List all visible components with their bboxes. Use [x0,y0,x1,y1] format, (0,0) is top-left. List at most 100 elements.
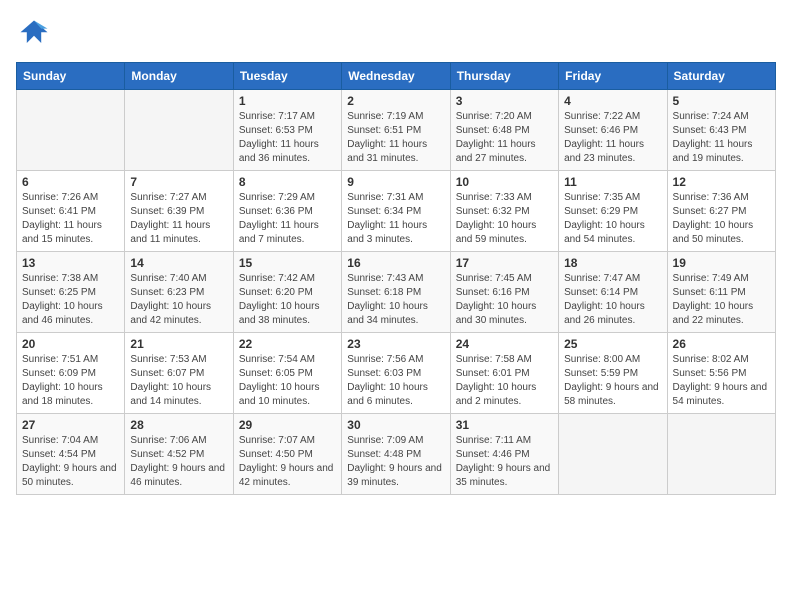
calendar-week-3: 13 Sunrise: 7:38 AM Sunset: 6:25 PM Dayli… [17,252,776,333]
header-saturday: Saturday [667,63,775,90]
calendar-week-2: 6 Sunrise: 7:26 AM Sunset: 6:41 PM Daylig… [17,171,776,252]
day-info: Sunrise: 7:07 AM Sunset: 4:50 PM Dayligh… [239,434,336,490]
day-info: Sunrise: 7:19 AM Sunset: 6:51 PM Dayligh… [347,110,444,166]
day-number: 9 [347,175,444,189]
day-info: Sunrise: 8:00 AM Sunset: 5:59 PM Dayligh… [564,353,661,409]
day-number: 23 [347,337,444,351]
day-number: 25 [564,337,661,351]
day-number: 26 [673,337,770,351]
day-info: Sunrise: 7:09 AM Sunset: 4:48 PM Dayligh… [347,434,444,490]
header-monday: Monday [125,63,233,90]
day-info: Sunrise: 7:20 AM Sunset: 6:48 PM Dayligh… [456,110,553,166]
calendar-week-4: 20 Sunrise: 7:51 AM Sunset: 6:09 PM Dayli… [17,333,776,414]
day-number: 22 [239,337,336,351]
day-info: Sunrise: 7:26 AM Sunset: 6:41 PM Dayligh… [22,191,119,247]
day-info: Sunrise: 8:02 AM Sunset: 5:56 PM Dayligh… [673,353,770,409]
day-info: Sunrise: 7:36 AM Sunset: 6:27 PM Dayligh… [673,191,770,247]
day-info: Sunrise: 7:04 AM Sunset: 4:54 PM Dayligh… [22,434,119,490]
day-number: 18 [564,256,661,270]
calendar-cell: 8 Sunrise: 7:29 AM Sunset: 6:36 PM Daylig… [233,171,341,252]
calendar-week-5: 27 Sunrise: 7:04 AM Sunset: 4:54 PM Dayli… [17,414,776,495]
calendar-cell: 28 Sunrise: 7:06 AM Sunset: 4:52 PM Dayli… [125,414,233,495]
calendar-cell: 22Sunrise: 7:54 AM Sunset: 6:05 PM Dayli… [233,333,341,414]
day-number: 10 [456,175,553,189]
calendar-header-row: Sunday Monday Tuesday Wednesday Thursday… [17,63,776,90]
calendar-cell: 15 Sunrise: 7:42 AM Sunset: 6:20 PM Dayli… [233,252,341,333]
header-thursday: Thursday [450,63,558,90]
day-info: Sunrise: 7:47 AM Sunset: 6:14 PM Dayligh… [564,272,661,328]
calendar-cell [667,414,775,495]
calendar-cell [125,90,233,171]
calendar-cell: 3 Sunrise: 7:20 AM Sunset: 6:48 PM Daylig… [450,90,558,171]
day-info: Sunrise: 7:24 AM Sunset: 6:43 PM Dayligh… [673,110,770,166]
calendar-cell: 2 Sunrise: 7:19 AM Sunset: 6:51 PM Daylig… [342,90,450,171]
calendar-cell: 13 Sunrise: 7:38 AM Sunset: 6:25 PM Dayli… [17,252,125,333]
calendar-week-1: 1Sunrise: 7:17 AM Sunset: 6:53 PM Daylig… [17,90,776,171]
page-header [16,16,776,52]
calendar-cell: 10 Sunrise: 7:33 AM Sunset: 6:32 PM Dayli… [450,171,558,252]
day-info: Sunrise: 7:42 AM Sunset: 6:20 PM Dayligh… [239,272,336,328]
day-info: Sunrise: 7:11 AM Sunset: 4:46 PM Dayligh… [456,434,553,490]
day-number: 28 [130,418,227,432]
day-number: 27 [22,418,119,432]
day-info: Sunrise: 7:06 AM Sunset: 4:52 PM Dayligh… [130,434,227,490]
calendar-cell: 20 Sunrise: 7:51 AM Sunset: 6:09 PM Dayli… [17,333,125,414]
day-info: Sunrise: 7:22 AM Sunset: 6:46 PM Dayligh… [564,110,661,166]
day-number: 16 [347,256,444,270]
day-number: 19 [673,256,770,270]
day-info: Sunrise: 7:53 AM Sunset: 6:07 PM Dayligh… [130,353,227,409]
day-number: 6 [22,175,119,189]
day-number: 30 [347,418,444,432]
day-number: 17 [456,256,553,270]
calendar-cell: 27 Sunrise: 7:04 AM Sunset: 4:54 PM Dayli… [17,414,125,495]
day-info: Sunrise: 7:38 AM Sunset: 6:25 PM Dayligh… [22,272,119,328]
calendar-cell: 30 Sunrise: 7:09 AM Sunset: 4:48 PM Dayli… [342,414,450,495]
day-info: Sunrise: 7:58 AM Sunset: 6:01 PM Dayligh… [456,353,553,409]
calendar-cell: 26 Sunrise: 8:02 AM Sunset: 5:56 PM Dayli… [667,333,775,414]
day-info: Sunrise: 7:29 AM Sunset: 6:36 PM Dayligh… [239,191,336,247]
calendar-cell: 31Sunrise: 7:11 AM Sunset: 4:46 PM Dayli… [450,414,558,495]
header-friday: Friday [559,63,667,90]
day-number: 4 [564,94,661,108]
day-number: 8 [239,175,336,189]
calendar-cell [559,414,667,495]
calendar-cell: 9Sunrise: 7:31 AM Sunset: 6:34 PM Daylig… [342,171,450,252]
day-number: 5 [673,94,770,108]
calendar-cell: 17 Sunrise: 7:45 AM Sunset: 6:16 PM Dayli… [450,252,558,333]
calendar-cell: 5 Sunrise: 7:24 AM Sunset: 6:43 PM Daylig… [667,90,775,171]
day-number: 24 [456,337,553,351]
header-wednesday: Wednesday [342,63,450,90]
calendar-cell: 11 Sunrise: 7:35 AM Sunset: 6:29 PM Dayli… [559,171,667,252]
day-number: 13 [22,256,119,270]
calendar-cell: 6 Sunrise: 7:26 AM Sunset: 6:41 PM Daylig… [17,171,125,252]
day-info: Sunrise: 7:49 AM Sunset: 6:11 PM Dayligh… [673,272,770,328]
day-number: 11 [564,175,661,189]
calendar-cell: 25 Sunrise: 8:00 AM Sunset: 5:59 PM Dayli… [559,333,667,414]
day-number: 2 [347,94,444,108]
day-number: 14 [130,256,227,270]
day-info: Sunrise: 7:17 AM Sunset: 6:53 PM Dayligh… [239,110,336,166]
calendar-cell: 7Sunrise: 7:27 AM Sunset: 6:39 PM Daylig… [125,171,233,252]
calendar-cell: 1Sunrise: 7:17 AM Sunset: 6:53 PM Daylig… [233,90,341,171]
day-info: Sunrise: 7:51 AM Sunset: 6:09 PM Dayligh… [22,353,119,409]
logo-icon [16,16,52,52]
day-number: 15 [239,256,336,270]
calendar-cell: 21 Sunrise: 7:53 AM Sunset: 6:07 PM Dayli… [125,333,233,414]
day-info: Sunrise: 7:35 AM Sunset: 6:29 PM Dayligh… [564,191,661,247]
calendar-cell: 12 Sunrise: 7:36 AM Sunset: 6:27 PM Dayli… [667,171,775,252]
day-info: Sunrise: 7:27 AM Sunset: 6:39 PM Dayligh… [130,191,227,247]
day-number: 12 [673,175,770,189]
calendar-cell: 29Sunrise: 7:07 AM Sunset: 4:50 PM Dayli… [233,414,341,495]
calendar-cell: 23Sunrise: 7:56 AM Sunset: 6:03 PM Dayli… [342,333,450,414]
calendar-cell: 19 Sunrise: 7:49 AM Sunset: 6:11 PM Dayli… [667,252,775,333]
day-info: Sunrise: 7:33 AM Sunset: 6:32 PM Dayligh… [456,191,553,247]
header-tuesday: Tuesday [233,63,341,90]
day-info: Sunrise: 7:45 AM Sunset: 6:16 PM Dayligh… [456,272,553,328]
day-number: 21 [130,337,227,351]
logo [16,16,56,52]
calendar-cell [17,90,125,171]
calendar-table: Sunday Monday Tuesday Wednesday Thursday… [16,62,776,495]
day-number: 3 [456,94,553,108]
header-sunday: Sunday [17,63,125,90]
day-number: 20 [22,337,119,351]
